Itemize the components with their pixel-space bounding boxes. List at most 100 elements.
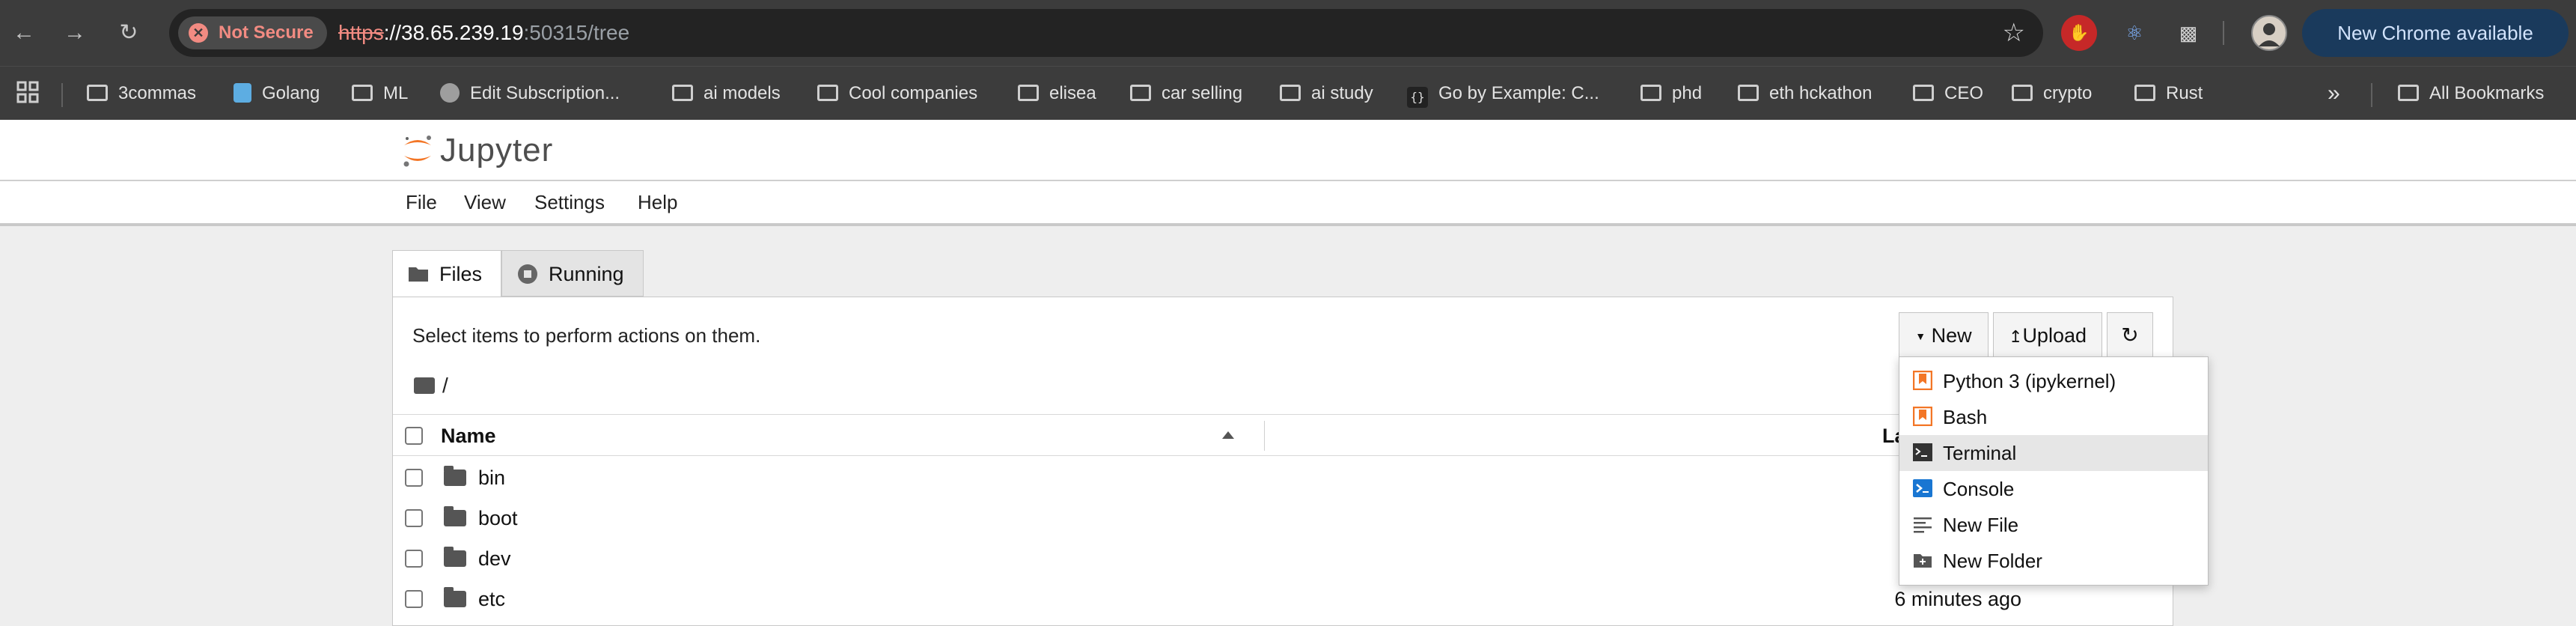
forward-icon[interactable]: →: [57, 15, 93, 51]
profile-avatar[interactable]: [2251, 15, 2287, 51]
menu-item-label: Console: [1943, 478, 2015, 500]
url-text[interactable]: https://38.65.239.19:50315/tree: [338, 9, 629, 57]
folder-icon: [444, 506, 466, 526]
file-name[interactable]: bin: [478, 458, 505, 498]
bookmark-star-icon[interactable]: ☆: [2003, 16, 2025, 49]
new-dropdown-button[interactable]: ▼ New: [1899, 312, 1989, 359]
extension-react-icon[interactable]: ⚛: [2116, 15, 2152, 51]
menu-item-python3[interactable]: Python 3 (ipykernel): [1899, 363, 2208, 399]
new-chrome-available-button[interactable]: New Chrome available: [2302, 9, 2569, 57]
column-divider[interactable]: [1264, 421, 1265, 451]
menu-item-new-file[interactable]: New File: [1899, 507, 2208, 543]
folder-icon: [444, 547, 466, 567]
tab-files[interactable]: Files: [392, 250, 501, 297]
extension-adblock-icon[interactable]: ✋: [2061, 15, 2097, 51]
refresh-button[interactable]: ↻: [2107, 312, 2153, 359]
extensions-puzzle-icon[interactable]: ▩: [2170, 15, 2206, 51]
bookmark-edit-subscription[interactable]: Edit Subscription...: [440, 76, 620, 112]
jupyter-logo-icon: [403, 136, 431, 167]
row-checkbox[interactable]: [405, 590, 423, 608]
upload-button[interactable]: ↥Upload: [1993, 312, 2102, 359]
folder-icon: [352, 85, 373, 101]
bookmark-eth-hckathon[interactable]: eth hckathon: [1738, 76, 1872, 112]
bookmark-golang[interactable]: Golang: [234, 76, 320, 112]
new-button-label: New: [1931, 324, 1972, 347]
bookmarks-overflow-icon[interactable]: »: [2328, 76, 2340, 112]
bookmark-3commas[interactable]: 3commas: [87, 76, 196, 112]
golang-favicon-icon: [234, 83, 251, 103]
menu-item-terminal[interactable]: Terminal: [1899, 435, 2208, 471]
bookmark-ceo[interactable]: CEO: [1913, 76, 1983, 112]
bookmark-ai-models[interactable]: ai models: [672, 76, 781, 112]
bookmark-phd[interactable]: phd: [1640, 76, 1702, 112]
menu-view[interactable]: View: [464, 181, 506, 223]
bookmark-label: elisea: [1049, 83, 1096, 103]
folder-icon: [1280, 85, 1301, 101]
breadcrumb-root[interactable]: /: [442, 374, 448, 397]
menu-item-console[interactable]: Console: [1899, 471, 2208, 507]
breadcrumb[interactable]: /: [414, 374, 448, 398]
reload-icon[interactable]: ↻: [111, 15, 147, 51]
bookmark-ml[interactable]: ML: [352, 76, 408, 112]
bookmark-label: CEO: [1944, 83, 1984, 103]
running-stop-icon: [518, 264, 537, 284]
bookmark-rust[interactable]: Rust: [2134, 76, 2203, 112]
menu-item-new-folder[interactable]: New Folder: [1899, 543, 2208, 579]
refresh-icon: ↻: [2121, 323, 2139, 347]
file-name[interactable]: boot: [478, 498, 518, 538]
row-checkbox[interactable]: [405, 550, 423, 568]
file-name[interactable]: dev: [478, 538, 511, 579]
row-checkbox[interactable]: [405, 509, 423, 527]
url-path: :50315/tree: [523, 21, 630, 44]
menu-item-bash[interactable]: Bash: [1899, 399, 2208, 435]
tab-running[interactable]: Running: [501, 250, 644, 297]
warning-icon: ✕: [189, 23, 208, 43]
bookmark-cool-companies[interactable]: Cool companies: [817, 76, 977, 112]
file-name[interactable]: etc: [478, 579, 505, 619]
bookmark-ai-study[interactable]: ai study: [1280, 76, 1373, 112]
url-scheme: https: [338, 21, 384, 44]
folder-icon: [1018, 85, 1039, 101]
bookmark-label: ML: [383, 83, 409, 103]
jupyter-logo-text: Jupyter: [440, 132, 554, 168]
text-file-icon: [1914, 517, 1932, 533]
menu-file[interactable]: File: [406, 181, 437, 223]
folder-icon: [409, 267, 428, 282]
sort-ascending-icon[interactable]: [1222, 431, 1234, 439]
bookmark-label: ai models: [703, 83, 781, 103]
terminal-icon: [1913, 443, 1932, 461]
address-bar[interactable]: ✕ Not Secure https://38.65.239.19:50315/…: [169, 9, 2043, 57]
bookmark-go-by-example[interactable]: {} Go by Example: C...: [1407, 76, 1599, 112]
folder-icon: [672, 85, 693, 101]
folder-icon: [87, 85, 108, 101]
bookmark-label: crypto: [2043, 83, 2093, 103]
folder-icon: [2134, 85, 2155, 101]
new-folder-icon: [1914, 554, 1932, 568]
select-all-checkbox[interactable]: [405, 427, 423, 445]
menu-settings[interactable]: Settings: [534, 181, 605, 223]
all-bookmarks-button[interactable]: All Bookmarks: [2398, 76, 2544, 112]
bookmark-label: ai study: [1311, 83, 1373, 103]
browser-toolbar: ← → ↻ ✕ Not Secure https://38.65.239.19:…: [0, 0, 2576, 66]
bookmark-label: car selling: [1162, 83, 1243, 103]
menu-help[interactable]: Help: [638, 181, 677, 223]
row-checkbox[interactable]: [405, 469, 423, 487]
bookmark-crypto[interactable]: crypto: [2012, 76, 2092, 112]
back-icon[interactable]: ←: [6, 15, 42, 51]
bookmark-elisea[interactable]: elisea: [1018, 76, 1096, 112]
column-name-header[interactable]: Name: [441, 415, 496, 457]
bookmark-label: Golang: [262, 83, 320, 103]
folder-icon: [2398, 85, 2419, 101]
bookmarks-divider: [2371, 83, 2372, 107]
tab-files-label: Files: [439, 263, 483, 285]
new-dropdown-menu: Python 3 (ipykernel) Bash Terminal Conso…: [1899, 356, 2209, 586]
bookmark-car-selling[interactable]: car selling: [1130, 76, 1242, 112]
bookmark-label: Rust: [2166, 83, 2203, 103]
menu-item-label: New File: [1943, 514, 2019, 536]
jupyter-menu-bar: File View Settings Help: [0, 181, 2576, 226]
bookmarks-divider: [61, 83, 63, 107]
not-secure-badge[interactable]: ✕ Not Secure: [178, 16, 327, 49]
bookmarks-bar: 3commas Golang ML Edit Subscription... a…: [0, 66, 2576, 120]
folder-icon: [1130, 85, 1151, 101]
apps-grid-icon[interactable]: [16, 76, 39, 112]
